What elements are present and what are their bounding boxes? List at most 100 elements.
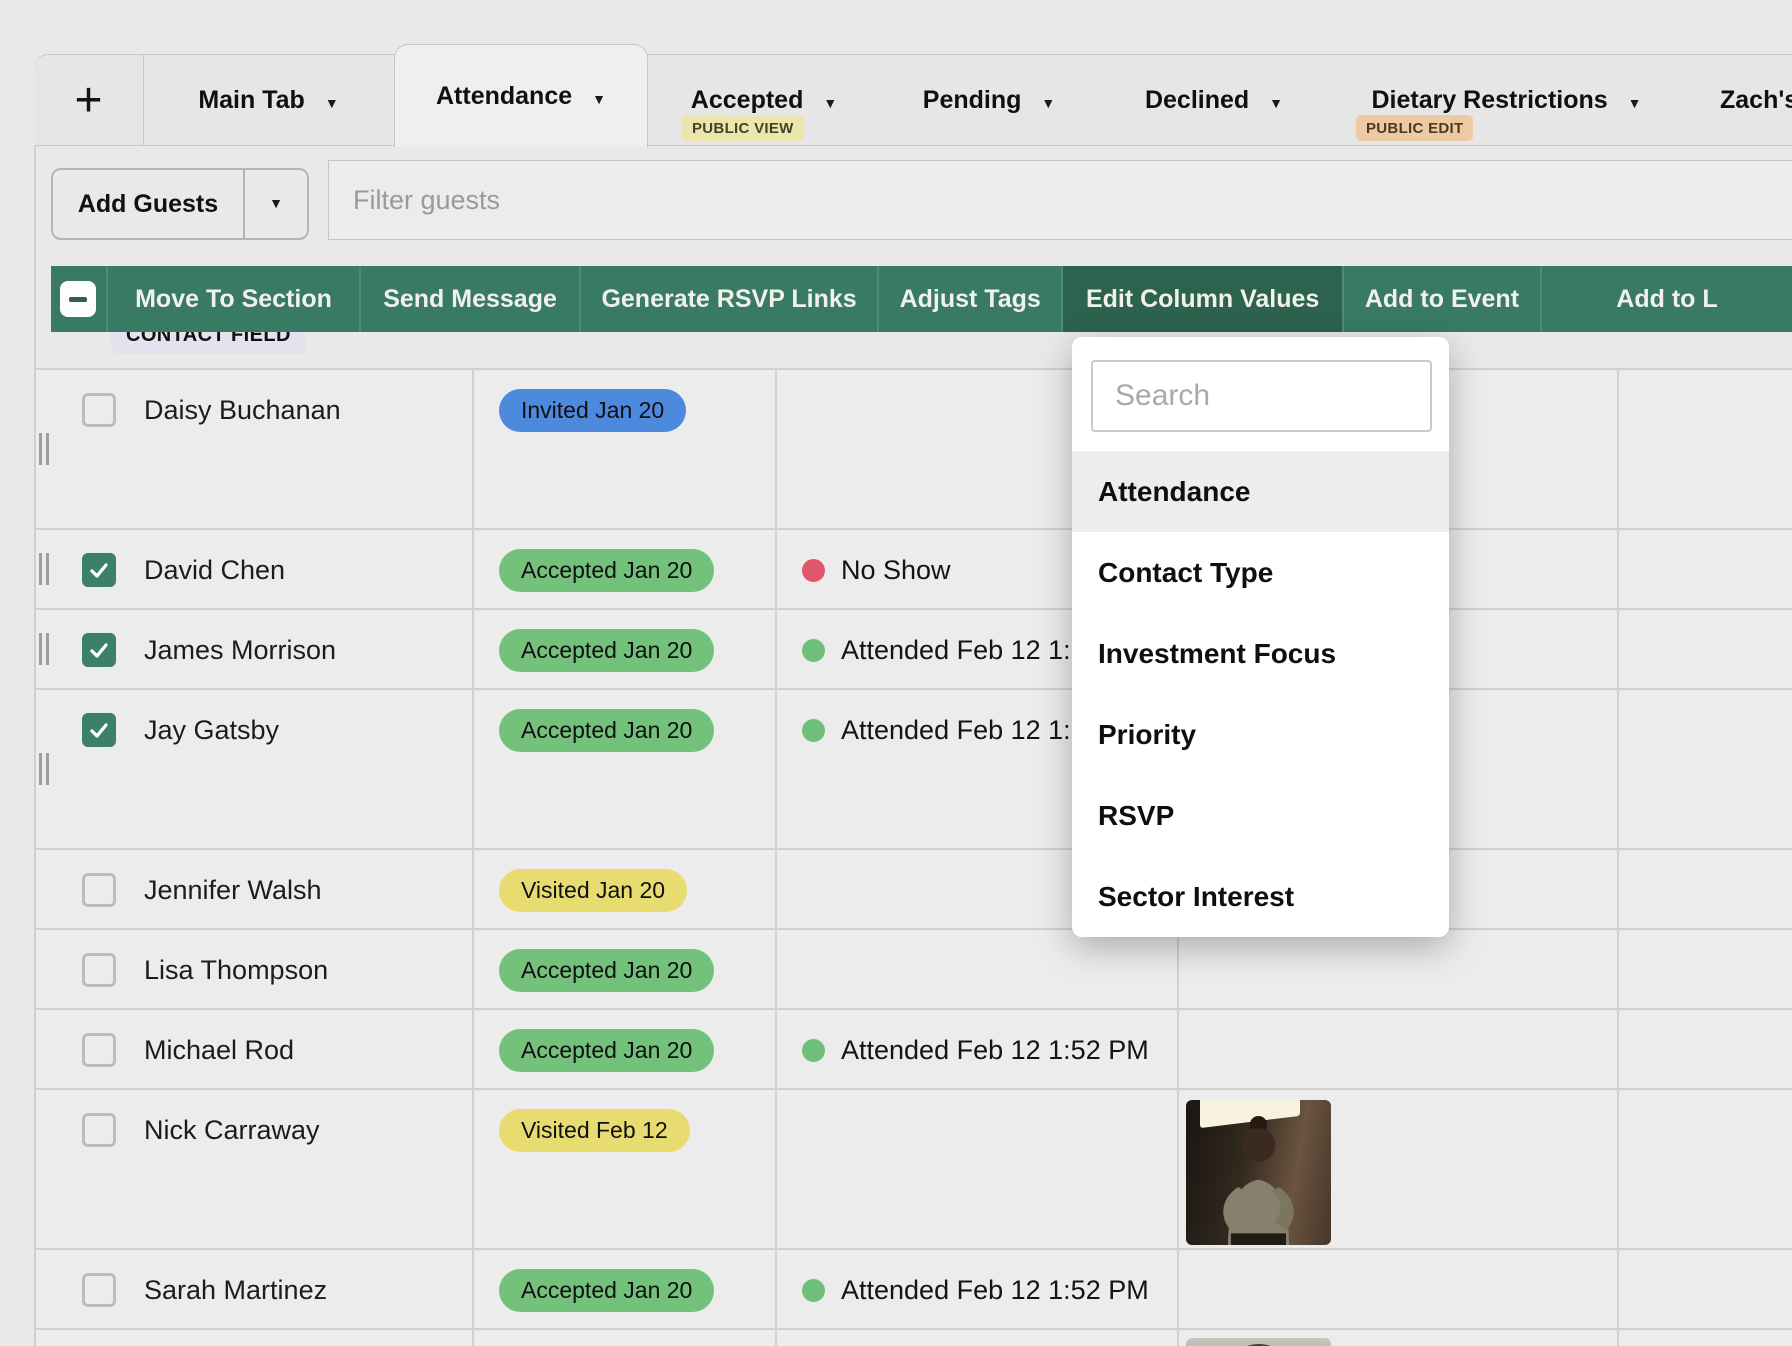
add-guests-button[interactable]: Add Guests: [53, 170, 243, 238]
caret-down-icon: [325, 86, 339, 115]
table-row[interactable]: Nick Carraway Visited Feb 12: [36, 1090, 1792, 1250]
guest-name: Michael Rod: [144, 1035, 294, 1066]
add-tab-button[interactable]: +: [34, 55, 144, 145]
bulk-actions-toolbar: Move To Section Send Message Generate RS…: [51, 266, 1792, 332]
tab-declined[interactable]: Declined: [1109, 55, 1319, 145]
tab-label: Zach's: [1720, 86, 1792, 115]
cell-photo: [1179, 1250, 1619, 1328]
filter-guests-input[interactable]: [328, 160, 1792, 240]
table-row[interactable]: Sarah Martinez Accepted Jan 20 Attended …: [36, 1250, 1792, 1330]
indeterminate-minus-icon: [69, 297, 87, 302]
cell-extra: [1619, 370, 1792, 528]
column-item-contact-type[interactable]: Contact Type: [1072, 532, 1449, 613]
add-to-list-button[interactable]: Add to L: [1540, 266, 1792, 332]
status-pill[interactable]: Accepted Jan 20: [499, 709, 714, 752]
cell-extra: [1619, 1330, 1792, 1346]
tab-zachs[interactable]: Zach's: [1720, 55, 1792, 145]
cell-photo: [1179, 1010, 1619, 1088]
column-search-input[interactable]: [1091, 360, 1432, 432]
cell-status: [474, 1330, 777, 1346]
column-item-priority[interactable]: Priority: [1072, 694, 1449, 775]
cell-attendance: Attended Feb 12 1:52 PM: [777, 1250, 1179, 1328]
guest-photo[interactable]: [1186, 1338, 1331, 1346]
table-row[interactable]: David Chen Accepted Jan 20 No Show: [36, 530, 1792, 610]
attendance-text: Attended Feb 12 1:52 PM: [841, 1275, 1149, 1306]
row-checkbox[interactable]: [82, 1033, 116, 1067]
send-message-button[interactable]: Send Message: [359, 266, 579, 332]
column-item-rsvp[interactable]: RSVP: [1072, 775, 1449, 856]
check-icon: [87, 558, 111, 582]
status-pill[interactable]: Visited Jan 20: [499, 869, 687, 912]
attendance-text: No Show: [841, 555, 951, 586]
cell-name: Nick Carraway: [36, 1090, 474, 1248]
guest-name: Jay Gatsby: [144, 715, 279, 746]
cell-extra: [1619, 1010, 1792, 1088]
cell-status: Visited Feb 12: [474, 1090, 777, 1248]
cell-status: Accepted Jan 20: [474, 690, 777, 848]
status-pill[interactable]: Accepted Jan 20: [499, 629, 714, 672]
caret-down-icon: [1041, 86, 1055, 115]
row-checkbox[interactable]: [82, 953, 116, 987]
select-all-checkbox[interactable]: [51, 266, 106, 332]
cell-attendance: [777, 1090, 1179, 1248]
attendance-dot-icon: [802, 719, 825, 742]
attendance-dot-icon: [802, 639, 825, 662]
status-pill[interactable]: Accepted Jan 20: [499, 549, 714, 592]
edit-column-values-button[interactable]: Edit Column Values: [1061, 266, 1342, 332]
generate-rsvp-links-button[interactable]: Generate RSVP Links: [579, 266, 877, 332]
row-checkbox[interactable]: [82, 713, 116, 747]
row-checkbox[interactable]: [82, 553, 116, 587]
add-to-event-button[interactable]: Add to Event: [1342, 266, 1540, 332]
drag-handle-icon[interactable]: [39, 433, 49, 465]
caret-down-icon: [1269, 86, 1283, 115]
row-checkbox[interactable]: [82, 393, 116, 427]
row-checkbox[interactable]: [82, 1113, 116, 1147]
cell-extra: [1619, 690, 1792, 848]
tab-attendance-active[interactable]: Attendance: [394, 44, 648, 147]
tab-bar: + Main Tab Accepted Pending Declined Die…: [34, 54, 1792, 146]
column-item-attendance[interactable]: Attendance: [1072, 451, 1449, 532]
check-icon: [87, 638, 111, 662]
table-row[interactable]: Michael Rod Accepted Jan 20 Attended Feb…: [36, 1010, 1792, 1090]
table-row[interactable]: Jay Gatsby Accepted Jan 20 Attended Feb …: [36, 690, 1792, 850]
column-item-sector-interest[interactable]: Sector Interest: [1072, 856, 1449, 937]
cell-status: Accepted Jan 20: [474, 930, 777, 1008]
cell-photo: [1179, 930, 1619, 1008]
table-row[interactable]: Lisa Thompson Accepted Jan 20: [36, 930, 1792, 1010]
guest-photo[interactable]: [1186, 1100, 1331, 1245]
table-row[interactable]: James Morrison Accepted Jan 20 Attended …: [36, 610, 1792, 690]
drag-handle-icon[interactable]: [39, 553, 49, 585]
add-guests-dropdown-button[interactable]: [243, 170, 307, 238]
cell-status: Accepted Jan 20: [474, 1010, 777, 1088]
status-pill[interactable]: Invited Jan 20: [499, 389, 686, 432]
cell-extra: [1619, 930, 1792, 1008]
cell-name: James Morrison: [36, 610, 474, 688]
drag-handle-icon[interactable]: [39, 753, 49, 785]
row-checkbox[interactable]: [82, 1273, 116, 1307]
cell-name: Michael Rod: [36, 1010, 474, 1088]
status-pill[interactable]: Accepted Jan 20: [499, 1269, 714, 1312]
tab-label: Accepted: [691, 86, 804, 115]
cell-extra: [1619, 610, 1792, 688]
tab-main-tab[interactable]: Main Tab: [143, 55, 394, 145]
cell-name: Daisy Buchanan: [36, 370, 474, 528]
table-row-partial[interactable]: [36, 1330, 1792, 1346]
move-to-section-button[interactable]: Move To Section: [106, 266, 359, 332]
row-checkbox[interactable]: [82, 873, 116, 907]
cell-status: Accepted Jan 20: [474, 530, 777, 608]
adjust-tags-button[interactable]: Adjust Tags: [877, 266, 1061, 332]
tab-label: Attendance: [436, 82, 572, 111]
table-row[interactable]: Jennifer Walsh Visited Jan 20: [36, 850, 1792, 930]
cell-name: Lisa Thompson: [36, 930, 474, 1008]
column-item-investment-focus[interactable]: Investment Focus: [1072, 613, 1449, 694]
cell-status: Accepted Jan 20: [474, 1250, 777, 1328]
status-pill[interactable]: Accepted Jan 20: [499, 949, 714, 992]
drag-handle-icon[interactable]: [39, 633, 49, 665]
tab-pending[interactable]: Pending: [889, 55, 1089, 145]
cell-name: Sarah Martinez: [36, 1250, 474, 1328]
row-checkbox[interactable]: [82, 633, 116, 667]
status-pill[interactable]: Visited Feb 12: [499, 1109, 690, 1152]
table-row[interactable]: Daisy Buchanan Invited Jan 20: [36, 370, 1792, 530]
status-pill[interactable]: Accepted Jan 20: [499, 1029, 714, 1072]
cell-status: Visited Jan 20: [474, 850, 777, 928]
